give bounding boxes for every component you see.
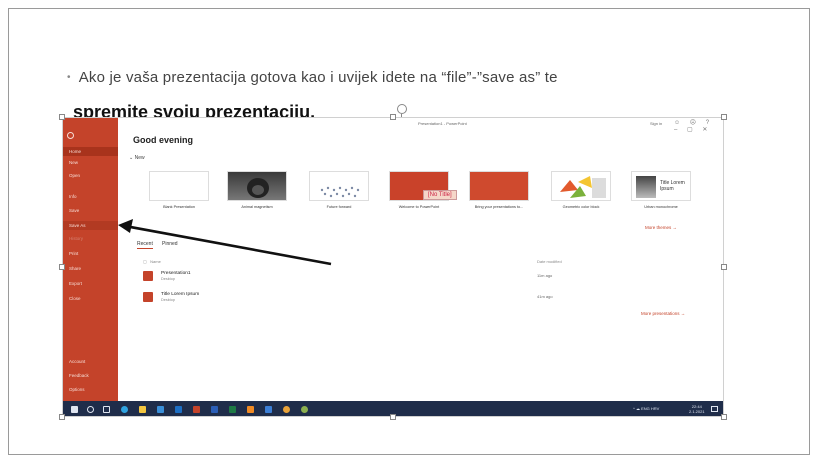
bullet-text: Ako je vaša prezentacija gotova kao i uv… <box>78 69 558 86</box>
rotate-handle-icon[interactable] <box>397 104 407 114</box>
resize-handle[interactable] <box>59 414 65 420</box>
resize-handle[interactable] <box>721 264 727 270</box>
resize-handle[interactable] <box>390 414 396 420</box>
resize-handle[interactable] <box>390 114 396 120</box>
resize-handle[interactable] <box>721 414 727 420</box>
resize-handle[interactable] <box>59 114 65 120</box>
resize-handle[interactable] <box>721 114 727 120</box>
resize-handle[interactable] <box>59 264 65 270</box>
powerpoint-screenshot[interactable]: Home New Open Info Save Save As History … <box>62 117 724 417</box>
bullet-dot-icon: • <box>67 72 71 83</box>
slide-bullet-text: • Ako je vaša prezentacija gotova kao i u… <box>67 69 558 86</box>
page: • Ako je vaša prezentacija gotova kao i u… <box>0 0 823 471</box>
annotation-arrow <box>118 219 332 266</box>
